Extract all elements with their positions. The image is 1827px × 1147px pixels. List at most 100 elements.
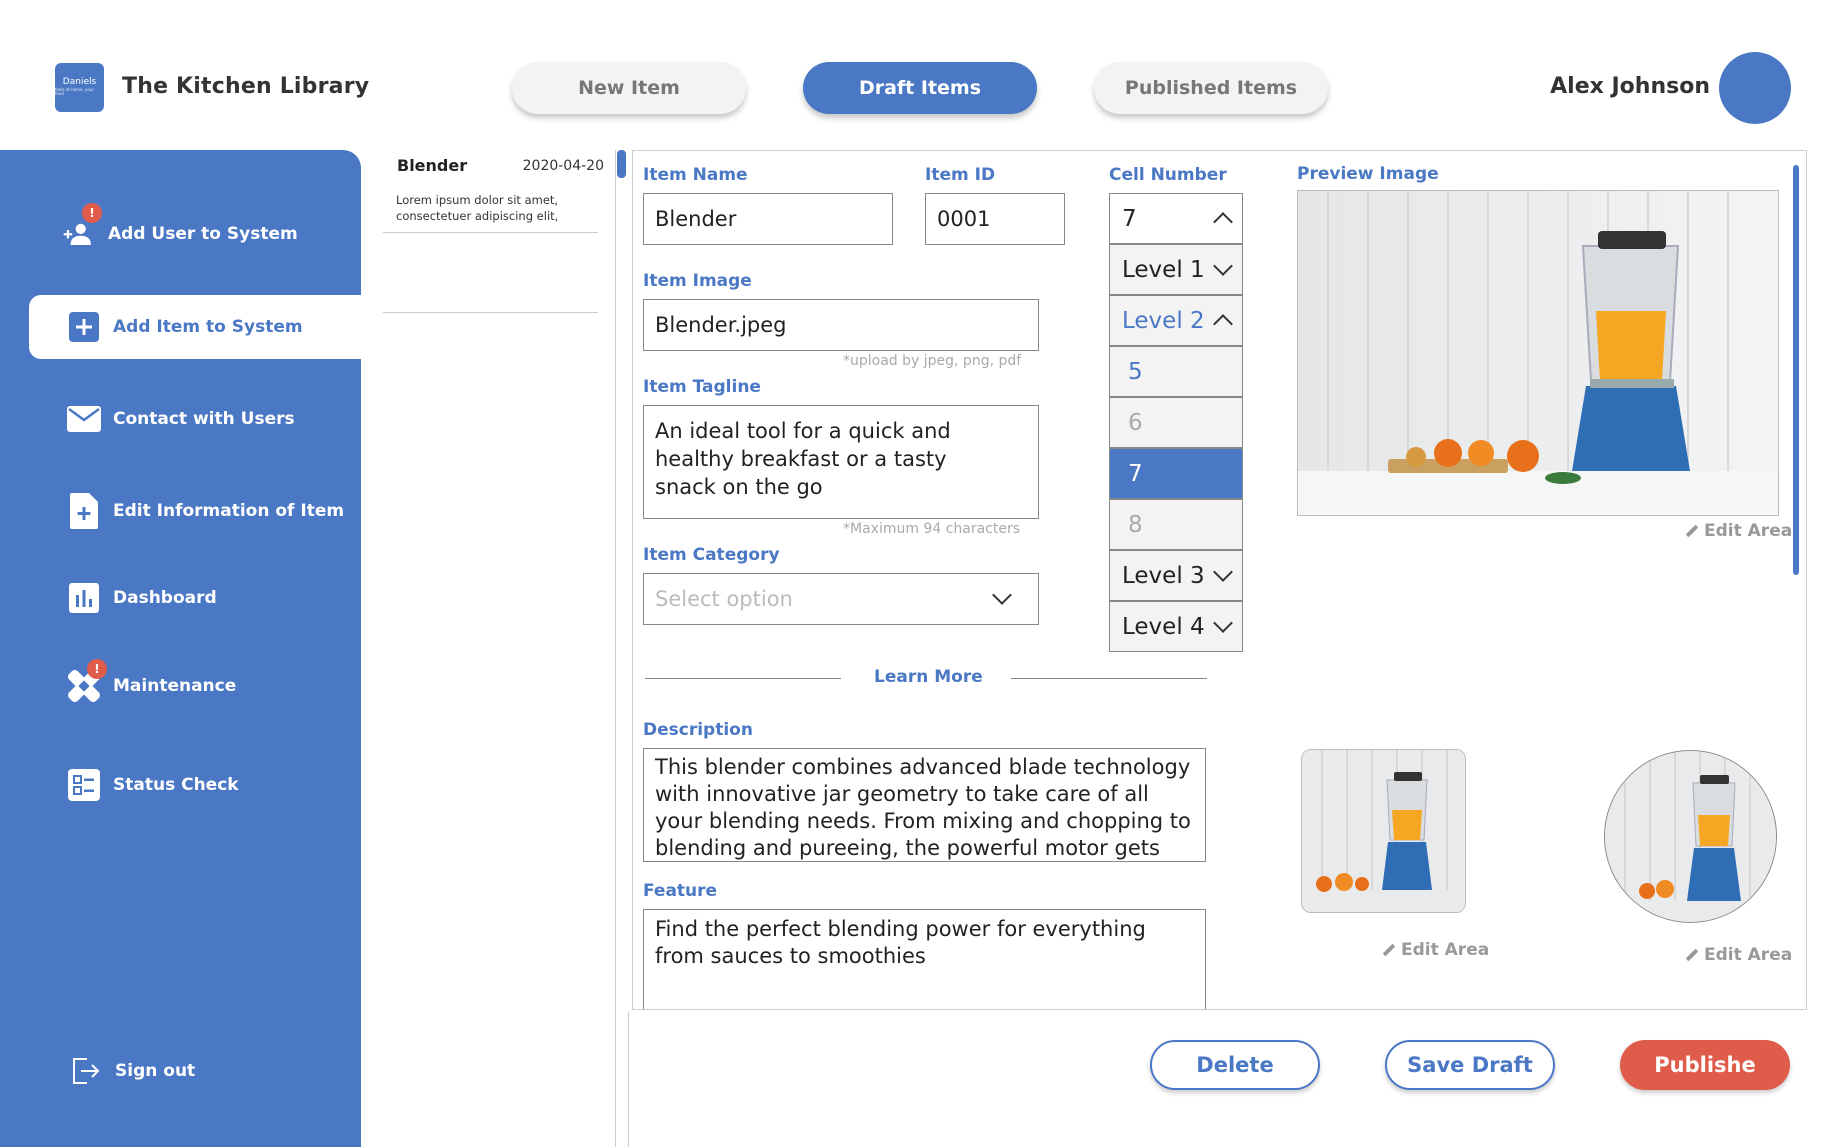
tab-draft-items[interactable]: Draft Items	[803, 62, 1037, 114]
sidebar-item-status-check[interactable]: Status Check	[29, 753, 361, 817]
mail-icon	[67, 402, 101, 436]
item-tagline-textarea[interactable]: An ideal tool for a quick and healthy br…	[643, 405, 1039, 519]
list-scrollbar[interactable]	[617, 150, 626, 178]
sidebar-item-label: Dashboard	[113, 588, 217, 608]
level-label: Level 1	[1122, 256, 1205, 283]
sign-out-label: Sign out	[115, 1061, 196, 1081]
cell-number-label: Cell Number	[1109, 165, 1227, 185]
item-category-select[interactable]: Select option	[643, 573, 1039, 625]
bandage-icon: !	[67, 659, 107, 703]
tab-published-items[interactable]: Published Items	[1094, 62, 1328, 114]
divider	[615, 150, 616, 1147]
chevron-down-icon	[1213, 612, 1233, 633]
level-label: Level 4	[1122, 613, 1205, 640]
app-root: Daniels feels at home, your food The Kit…	[0, 0, 1827, 1147]
cell-option-selected[interactable]: 7	[1109, 448, 1243, 499]
cell-level-1[interactable]: Level 1	[1109, 244, 1243, 295]
learn-more-link[interactable]: Learn More	[874, 667, 983, 687]
divider	[645, 678, 841, 679]
cell-option[interactable]: 8	[1109, 499, 1243, 550]
draft-date: 2020-04-20	[522, 158, 604, 174]
divider	[1011, 678, 1207, 679]
delete-button[interactable]: Delete	[1150, 1040, 1320, 1090]
edit-area-button[interactable]: Edit Area	[1685, 521, 1792, 541]
description-label: Description	[643, 720, 753, 740]
sidebar-item-dashboard[interactable]: Dashboard	[29, 566, 361, 630]
divider	[383, 312, 598, 313]
preview-image-label: Preview Image	[1297, 164, 1439, 184]
cell-number-value: 7	[1122, 205, 1137, 232]
item-name-label: Item Name	[643, 165, 748, 185]
sidebar-item-label: Contact with Users	[113, 409, 295, 429]
bar-chart-icon	[67, 581, 101, 615]
user-name: Alex Johnson	[1550, 74, 1710, 99]
edit-area-button[interactable]: Edit Area	[1382, 940, 1489, 960]
pencil-icon	[1685, 948, 1699, 962]
alert-badge: !	[82, 203, 102, 223]
sidebar-item-label: Edit Information of Item	[113, 501, 345, 521]
preview-thumbnail-square	[1301, 749, 1466, 913]
chevron-down-icon	[1213, 255, 1233, 276]
item-image-hint: *upload by jpeg, png, pdf	[843, 353, 1022, 369]
save-draft-button[interactable]: Save Draft	[1385, 1040, 1555, 1090]
sidebar-item-contact-users[interactable]: Contact with Users	[29, 387, 361, 451]
divider	[383, 232, 598, 233]
chevron-down-icon	[992, 585, 1012, 605]
feature-label: Feature	[643, 881, 718, 901]
avatar[interactable]	[1719, 52, 1791, 124]
sign-out-button[interactable]: Sign out	[29, 1039, 361, 1103]
add-user-icon: !	[62, 203, 102, 251]
plus-square-icon	[67, 310, 101, 344]
edit-area-button[interactable]: Edit Area	[1685, 945, 1792, 965]
item-category-label: Item Category	[643, 545, 780, 565]
sidebar-item-add-item[interactable]: Add Item to System	[29, 295, 361, 359]
sidebar-item-label: Add User to System	[108, 224, 298, 244]
category-placeholder: Select option	[655, 587, 793, 611]
list-item[interactable]: Blender 2020-04-20 Lorem ipsum dolor sit…	[383, 152, 604, 234]
preview-thumbnail-circle	[1604, 750, 1777, 923]
item-name-input[interactable]: Blender	[643, 193, 893, 245]
item-tagline-hint: *Maximum 94 characters	[843, 521, 1021, 537]
cell-number-select[interactable]: 7	[1109, 193, 1243, 244]
alert-badge: !	[87, 659, 107, 679]
draft-title: Blender	[397, 156, 468, 175]
sidebar-item-add-user[interactable]: ! Add User to System	[29, 202, 361, 266]
pencil-icon	[1685, 524, 1699, 538]
chevron-up-icon	[1213, 313, 1233, 334]
form-scrollbar[interactable]	[1793, 165, 1799, 575]
edit-area-label: Edit Area	[1704, 945, 1793, 965]
item-image-input[interactable]: Blender.jpeg	[643, 299, 1039, 351]
pencil-icon	[1382, 943, 1396, 957]
preview-image	[1297, 190, 1779, 516]
cell-level-2[interactable]: Level 2	[1109, 295, 1243, 346]
checklist-icon	[67, 768, 101, 802]
edit-area-label: Edit Area	[1401, 940, 1490, 960]
item-image-label: Item Image	[643, 271, 752, 291]
chevron-down-icon	[1213, 561, 1233, 582]
sidebar-item-label: Add Item to System	[113, 317, 303, 337]
brand-logo[interactable]: Daniels feels at home, your food	[55, 63, 104, 112]
sidebar: ! Add User to System Add Item to System …	[0, 150, 361, 1147]
cell-option[interactable]: 6	[1109, 397, 1243, 448]
item-tagline-label: Item Tagline	[643, 377, 761, 397]
sign-out-icon	[69, 1054, 103, 1088]
sidebar-item-edit-info[interactable]: Edit Information of Item	[29, 479, 361, 543]
cell-level-4[interactable]: Level 4	[1109, 601, 1243, 652]
divider	[628, 1012, 629, 1147]
publish-button[interactable]: Publishe	[1620, 1040, 1790, 1090]
level-label: Level 2	[1122, 307, 1205, 334]
cell-option[interactable]: 5	[1109, 346, 1243, 397]
level-label: Level 3	[1122, 562, 1205, 589]
file-add-icon	[67, 493, 101, 529]
edit-area-label: Edit Area	[1704, 521, 1793, 541]
tab-new-item[interactable]: New Item	[512, 62, 746, 114]
app-title: The Kitchen Library	[122, 74, 370, 99]
sidebar-item-label: Status Check	[113, 775, 239, 795]
item-id-input[interactable]: 0001	[925, 193, 1065, 245]
logo-subtext: feels at home, your food	[55, 87, 94, 97]
item-id-label: Item ID	[925, 165, 996, 185]
description-textarea[interactable]: This blender combines advanced blade tec…	[643, 748, 1206, 862]
sidebar-item-maintenance[interactable]: ! Maintenance	[29, 654, 361, 718]
cell-level-3[interactable]: Level 3	[1109, 550, 1243, 601]
feature-textarea[interactable]: Find the perfect blending power for ever…	[643, 909, 1206, 1009]
